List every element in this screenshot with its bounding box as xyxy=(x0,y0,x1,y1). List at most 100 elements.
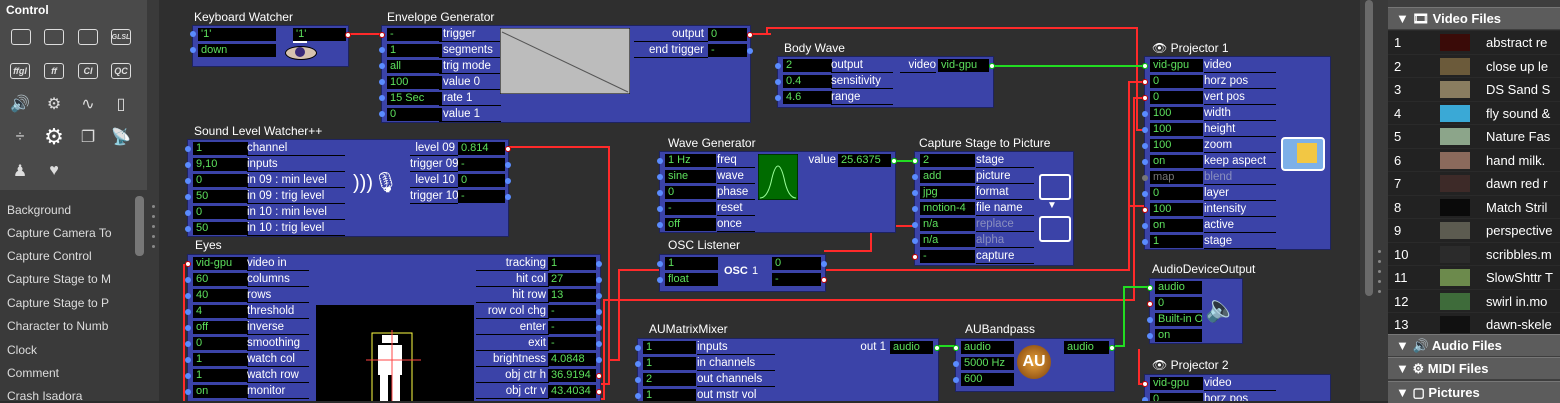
projector-2-actor[interactable]: vid-gpu video 0 horz pos xyxy=(1142,374,1331,401)
wave-in-3[interactable]: - xyxy=(665,202,716,215)
aub-in-2[interactable]: 600 xyxy=(961,373,1014,386)
video-file-row[interactable]: 13 dawn-skele xyxy=(1388,312,1560,336)
person-icon[interactable]: ♟ xyxy=(10,162,30,180)
wave-in-1[interactable]: sine xyxy=(665,170,716,183)
actor-list-item[interactable]: Capture Control xyxy=(7,249,132,263)
slw-out-0[interactable]: 0.814 xyxy=(458,142,505,155)
wave-icon[interactable]: ∿ xyxy=(78,95,98,113)
aub-out-audio[interactable]: audio xyxy=(1064,341,1109,354)
eyes-out-3[interactable]: - xyxy=(548,305,596,318)
slw-out-3[interactable]: - xyxy=(458,190,505,203)
env-out-output[interactable]: 0 xyxy=(708,28,747,41)
eyes-in-4[interactable]: off xyxy=(193,321,248,334)
cap-in-3[interactable]: motion-4 xyxy=(920,202,975,215)
ado-in-1[interactable]: 0 xyxy=(1155,297,1202,310)
keyboard-in2[interactable]: down xyxy=(198,44,276,57)
aub-in-1[interactable]: 5000 Hz xyxy=(961,357,1014,370)
wave-generator-actor[interactable]: 1 Hz freq sine wave 0 phase - reset off … xyxy=(657,151,897,233)
video-file-row[interactable]: 5 Nature Fas xyxy=(1388,124,1560,148)
aumatrix-mixer-actor[interactable]: 1 inputs 1 in channels 2 out channels 1 … xyxy=(635,338,940,401)
sound-level-watcher-actor[interactable]: 1 channel 9,10 inputs 0 in 09 : min leve… xyxy=(185,139,511,237)
eyes-in-0[interactable]: vid-gpu xyxy=(193,257,248,270)
osc-out-1[interactable]: - xyxy=(772,273,821,286)
p1-in-5[interactable]: 100 xyxy=(1150,139,1203,152)
eyes-in-7[interactable]: 1 xyxy=(193,369,248,382)
toolbar-enter-icon[interactable] xyxy=(44,29,64,45)
wave-in-2[interactable]: 0 xyxy=(665,186,716,199)
gear-icon[interactable]: ⚙ xyxy=(44,124,64,149)
wave-out-value[interactable]: 25.6375 xyxy=(838,154,891,167)
pictures-header[interactable]: ▼ ▢ Pictures xyxy=(1388,381,1560,403)
ffgl-button[interactable]: ffgl xyxy=(10,63,30,79)
ado-in-3[interactable]: on xyxy=(1155,329,1202,342)
p1-in-11[interactable]: 1 xyxy=(1150,235,1203,248)
ado-in-0[interactable]: audio xyxy=(1155,281,1202,294)
patch-canvas[interactable]: Keyboard Watcher '1' down 1 '1' Envelope… xyxy=(159,0,1360,401)
video-file-row[interactable]: 12 swirl in.mo xyxy=(1388,288,1560,313)
env-out-end[interactable]: - xyxy=(708,44,747,57)
video-file-row[interactable]: 8 Match Stril xyxy=(1388,194,1560,219)
aum-out-audio[interactable]: audio xyxy=(890,341,933,354)
cap-in-4[interactable]: n/a xyxy=(920,218,975,231)
eyes-out-2[interactable]: 13 xyxy=(548,289,596,302)
eyes-out-8[interactable]: 43.4034 xyxy=(548,385,596,398)
mouse-icon[interactable]: ▯ xyxy=(111,95,131,113)
video-file-row[interactable]: 9 perspective xyxy=(1388,218,1560,242)
video-file-row[interactable]: 7 dawn red r xyxy=(1388,171,1560,195)
p1-in-6[interactable]: on xyxy=(1150,155,1203,168)
osc-in-0[interactable]: 1 xyxy=(665,257,718,270)
toolbar-box-icon[interactable] xyxy=(11,29,31,45)
eyes-in-6[interactable]: 1 xyxy=(193,353,248,366)
cap-in-2[interactable]: jpg xyxy=(920,186,975,199)
eyes-in-5[interactable]: 0 xyxy=(193,337,248,350)
slw-in-4[interactable]: 0 xyxy=(193,206,248,219)
p1-in-9[interactable]: 100 xyxy=(1150,203,1203,216)
video-file-row[interactable]: 1 abstract re xyxy=(1388,30,1560,54)
slw-in-0[interactable]: 1 xyxy=(193,142,248,155)
eyes-in-1[interactable]: 60 xyxy=(193,273,248,286)
midi-icon[interactable]: ⚙ xyxy=(44,95,64,113)
slw-out-1[interactable]: - xyxy=(458,158,505,171)
ado-in-2[interactable]: Built-in O xyxy=(1155,313,1202,326)
glsl-button[interactable]: GLSL xyxy=(111,29,131,45)
video-file-row[interactable]: 6 hand milk. xyxy=(1388,147,1560,172)
au-bandpass-actor[interactable]: audio 5000 Hz 600 AU audio xyxy=(953,338,1115,392)
env-in-3[interactable]: 100 xyxy=(387,76,442,89)
video-file-row[interactable]: 10 scribbles.m xyxy=(1388,241,1560,266)
keyboard-out1[interactable]: '1' xyxy=(293,28,346,41)
eyes-out-6[interactable]: 4.0848 xyxy=(548,353,596,366)
left-splitter[interactable] xyxy=(147,0,159,401)
p2-in-0[interactable]: vid-gpu xyxy=(1150,377,1203,390)
audio-files-header[interactable]: ▼ 🔊 Audio Files xyxy=(1388,334,1560,356)
broadcast-icon[interactable]: 📡 xyxy=(111,128,131,146)
eyes-in-2[interactable]: 40 xyxy=(193,289,248,302)
cap-in-6[interactable]: - xyxy=(920,250,975,263)
env-in-0[interactable]: - xyxy=(387,28,442,41)
bw-in-2[interactable]: 4.6 xyxy=(783,91,832,104)
p1-in-10[interactable]: on xyxy=(1150,219,1203,232)
aum-in-2[interactable]: 2 xyxy=(643,373,696,386)
qc-button[interactable]: QC xyxy=(111,63,131,79)
osc-out-0[interactable]: 0 xyxy=(772,257,821,270)
osc-in-1[interactable]: float xyxy=(665,273,718,286)
projector-1-actor[interactable]: vid-gpu video 0 horz pos 0 vert pos 100 … xyxy=(1142,56,1331,250)
p1-in-1[interactable]: 0 xyxy=(1150,75,1203,88)
video-file-row[interactable]: 2 close up le xyxy=(1388,53,1560,78)
right-splitter[interactable] xyxy=(1360,0,1388,401)
actor-list-item[interactable]: Capture Stage to P xyxy=(7,296,132,310)
osc-listener-actor[interactable]: 1 float OSC 1 0 - xyxy=(657,254,827,292)
p2-in-1[interactable]: 0 xyxy=(1150,393,1203,401)
eyes-in-8[interactable]: on xyxy=(193,385,248,398)
keyboard-in1[interactable]: '1' xyxy=(198,28,276,41)
eyes-out-5[interactable]: - xyxy=(548,337,596,350)
wave-in-0[interactable]: 1 Hz xyxy=(665,154,716,167)
actor-list-item[interactable]: Character to Numb xyxy=(7,319,132,333)
midi-files-header[interactable]: ▼ ⚙ MIDI Files xyxy=(1388,357,1560,379)
p1-in-8[interactable]: 0 xyxy=(1150,187,1203,200)
slw-in-5[interactable]: 50 xyxy=(193,222,248,235)
p1-in-4[interactable]: 100 xyxy=(1150,123,1203,136)
cap-in-5[interactable]: n/a xyxy=(920,234,975,247)
eyes-out-4[interactable]: - xyxy=(548,321,596,334)
actor-list-item[interactable]: Capture Camera To xyxy=(7,226,132,240)
env-in-4[interactable]: 15 Sec xyxy=(387,92,442,105)
